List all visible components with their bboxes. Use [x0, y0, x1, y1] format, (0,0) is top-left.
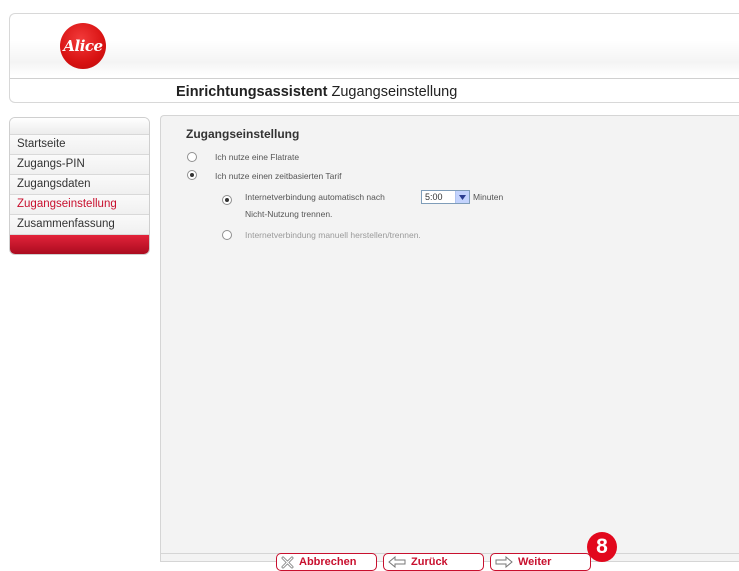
- header-divider: [10, 78, 739, 79]
- auto-disconnect-label-2: Nicht-Nutzung trennen.: [245, 209, 333, 219]
- sidebar-item-startseite[interactable]: Startseite: [10, 135, 149, 155]
- auto-disconnect-radio[interactable]: [222, 195, 232, 205]
- auto-disconnect-unit: Minuten: [473, 192, 504, 202]
- timeout-value: 5:00: [425, 192, 443, 202]
- page-title-bold: Einrichtungsassistent: [176, 84, 328, 100]
- next-button-label: Weiter: [518, 556, 552, 568]
- page-title-rest: Zugangseinstellung: [327, 84, 458, 100]
- cancel-button[interactable]: Abbrechen: [276, 553, 377, 571]
- back-button-label: Zurück: [411, 556, 448, 568]
- flatrate-radio[interactable]: [187, 152, 197, 162]
- sidebar: Startseite Zugangs-PIN Zugangsdaten Zuga…: [9, 117, 150, 255]
- step-badge: 8: [587, 532, 617, 562]
- alice-logo[interactable]: Alice: [60, 23, 106, 69]
- next-button[interactable]: Weiter: [490, 553, 591, 571]
- sidebar-top: [10, 118, 149, 135]
- timeout-select[interactable]: 5:00: [421, 190, 470, 204]
- manual-connect-label: Internetverbindung manuell herstellen/tr…: [245, 230, 421, 240]
- section-title: Zugangseinstellung: [186, 127, 300, 141]
- tarif-label: Ich nutze einen zeitbasierten Tarif: [215, 171, 342, 181]
- back-button[interactable]: Zurück: [383, 553, 484, 571]
- cancel-icon: [281, 556, 294, 568]
- tarif-radio[interactable]: [187, 170, 197, 180]
- auto-disconnect-label: Internetverbindung automatisch nach: [245, 192, 385, 202]
- sidebar-red-bar: [10, 235, 149, 254]
- arrow-right-icon: [495, 556, 513, 568]
- sidebar-item-zusammenfassung[interactable]: Zusammenfassung: [10, 215, 149, 235]
- manual-connect-radio[interactable]: [222, 230, 232, 240]
- cancel-button-label: Abbrechen: [299, 556, 357, 568]
- content-panel: [160, 115, 739, 562]
- sidebar-item-zugangsdaten[interactable]: Zugangsdaten: [10, 175, 149, 195]
- flatrate-label: Ich nutze eine Flatrate: [215, 152, 300, 162]
- chevron-down-icon[interactable]: [455, 191, 469, 203]
- sidebar-item-zugangseinstellung[interactable]: Zugangseinstellung: [10, 195, 149, 215]
- sidebar-item-zugangs-pin[interactable]: Zugangs-PIN: [10, 155, 149, 175]
- page-title: Einrichtungsassistent Zugangseinstellung: [176, 84, 457, 100]
- arrow-left-icon: [388, 556, 406, 568]
